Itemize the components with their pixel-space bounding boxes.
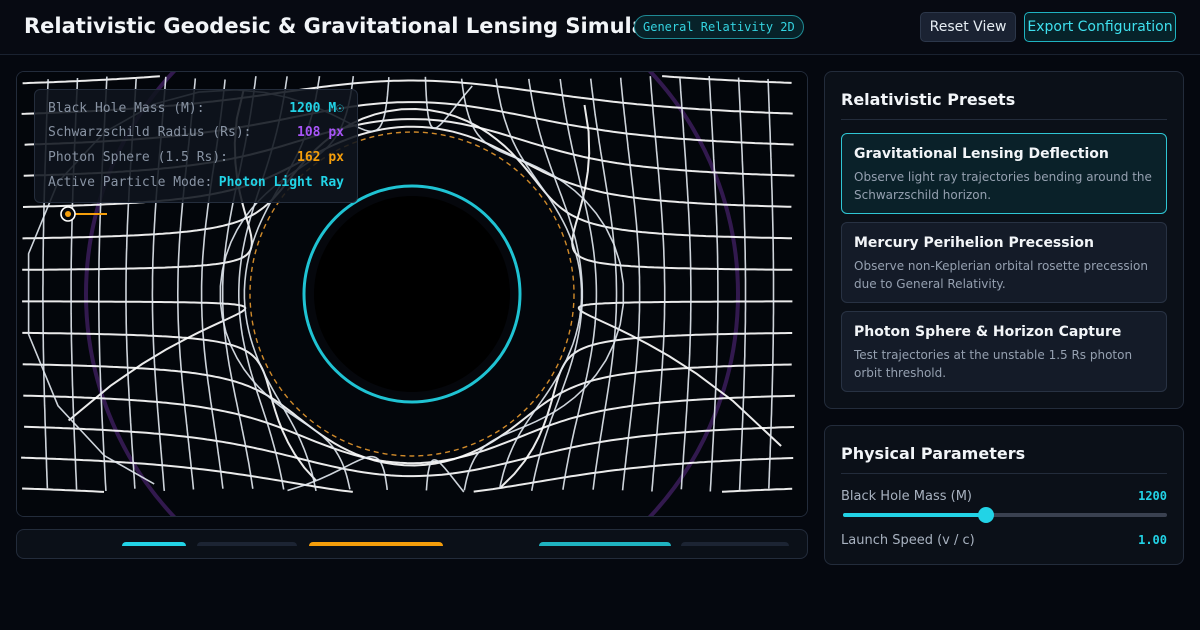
app-title: Relativistic Geodesic & Gravitational Le…	[24, 14, 681, 38]
preset-name: Gravitational Lensing Deflection	[854, 146, 1109, 162]
slider-fill	[843, 513, 986, 517]
speed-value: 1.00	[1138, 533, 1167, 547]
mass-value: 1200	[1138, 489, 1167, 503]
readout-label: Schwarzschild Radius (Rs):	[48, 125, 252, 140]
simulation-canvas[interactable]: Black Hole Mass (M): 1200 M☉ Schwarzschi…	[16, 71, 808, 517]
readout-row-schwarzschild: Schwarzschild Radius (Rs): 108 px	[48, 125, 344, 143]
readout-label: Black Hole Mass (M):	[48, 101, 205, 116]
preset-mercury-precession[interactable]: Mercury Perihelion Precession Observe no…	[841, 222, 1167, 303]
presets-title: Relativistic Presets	[841, 90, 1016, 109]
readout-label: Photon Sphere (1.5 Rs):	[48, 150, 229, 165]
preset-name: Mercury Perihelion Precession	[854, 235, 1094, 251]
toolbar-tab-warning[interactable]	[309, 542, 443, 546]
readout-value: 1200 M☉	[289, 101, 344, 116]
mass-label: Black Hole Mass (M)	[841, 489, 972, 504]
readout-row-mass: Black Hole Mass (M): 1200 M☉	[48, 101, 344, 119]
preset-gravitational-lensing[interactable]: Gravitational Lensing Deflection Observe…	[841, 133, 1167, 214]
readout-row-particle-mode: Active Particle Mode: Photon Light Ray	[48, 175, 344, 193]
toolbar-button[interactable]	[681, 542, 789, 546]
readout-value: 162 px	[297, 150, 344, 165]
preset-description: Observe light ray trajectories bending a…	[854, 170, 1152, 202]
preset-description: Observe non-Keplerian orbital rosette pr…	[854, 259, 1148, 291]
black-hole-core	[314, 196, 510, 392]
toolbar-button-primary[interactable]	[539, 542, 671, 546]
readout-value: 108 px	[297, 125, 344, 140]
physics-readout: Black Hole Mass (M): 1200 M☉ Schwarzschi…	[34, 89, 358, 203]
divider	[841, 119, 1167, 120]
toolbar-tab-active[interactable]	[122, 542, 186, 546]
preset-description: Test trajectories at the unstable 1.5 Rs…	[854, 348, 1133, 380]
presets-panel: Relativistic Presets Gravitational Lensi…	[824, 71, 1184, 409]
mode-badge: General Relativity 2D	[634, 15, 804, 39]
parameters-title: Physical Parameters	[841, 444, 1026, 463]
readout-value: Photon Light Ray	[218, 175, 344, 190]
toolbar-tab[interactable]	[197, 542, 297, 546]
export-configuration-button[interactable]: Export Configuration	[1024, 12, 1176, 42]
app-header: Relativistic Geodesic & Gravitational Le…	[0, 0, 1200, 55]
slider-thumb[interactable]	[977, 507, 994, 523]
readout-row-photon-sphere: Photon Sphere (1.5 Rs): 162 px	[48, 150, 344, 168]
divider	[841, 473, 1167, 474]
particle-emitter-core	[65, 211, 71, 217]
preset-photon-sphere-capture[interactable]: Photon Sphere & Horizon Capture Test tra…	[841, 311, 1167, 392]
physical-parameters-panel: Physical Parameters Black Hole Mass (M) …	[824, 425, 1184, 565]
control-toolbar	[16, 529, 808, 559]
mass-slider[interactable]	[843, 507, 1167, 523]
preset-name: Photon Sphere & Horizon Capture	[854, 324, 1122, 340]
reset-view-button[interactable]: Reset View	[920, 12, 1016, 42]
readout-label: Active Particle Mode:	[48, 175, 213, 190]
speed-label: Launch Speed (v / c)	[841, 533, 975, 548]
